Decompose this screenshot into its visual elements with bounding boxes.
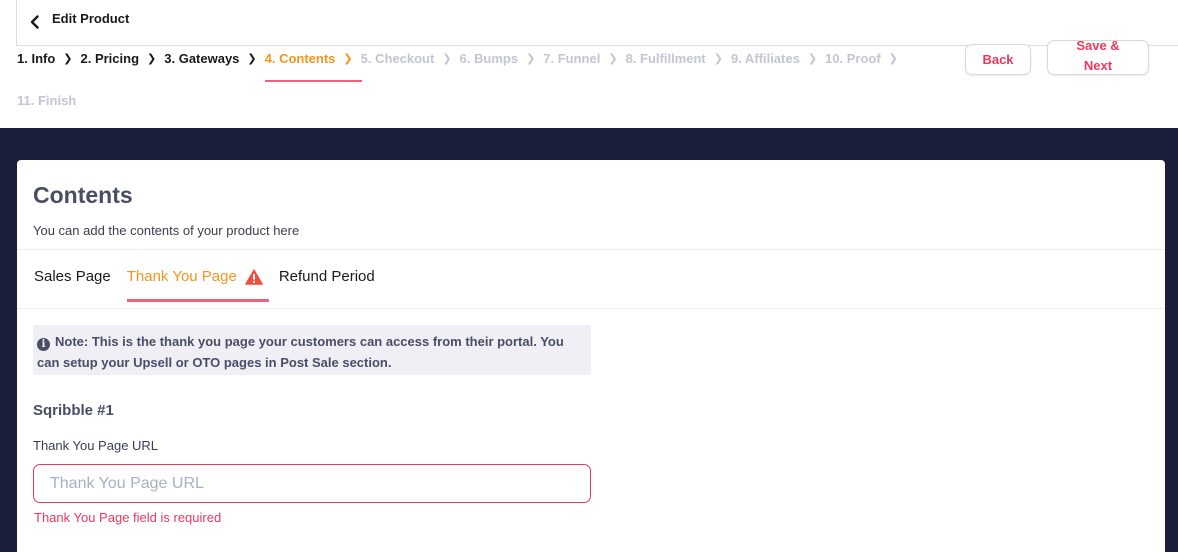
step-label: 8. Fulfillment [625,51,706,66]
top-bar: Edit Product [16,0,1178,46]
step-navigation: 1. Info ❯ 2. Pricing ❯ 3. Gateways ❯ 4. Con… [17,50,947,110]
step-info[interactable]: 1. Info ❯ [17,51,81,67]
chevron-right-icon: ❯ [247,53,257,65]
step-gateways[interactable]: 3. Gateways ❯ [164,51,264,67]
step-label: 11. Finish [17,93,77,108]
step-affiliates[interactable]: 9. Affiliates ❯ [731,51,825,67]
steps-row-2: 11. Finish [17,92,947,110]
step-finish[interactable]: 11. Finish [17,93,76,109]
thank-you-url-input[interactable] [33,464,591,503]
step-contents[interactable]: 4. Contents ❯ [264,51,362,82]
note-text: Note: This is the thank you page your cu… [37,334,564,370]
step-checkout[interactable]: 5. Checkout ❯ [361,51,460,67]
thank-you-url-label: Thank You Page URL [33,438,159,453]
step-proof[interactable]: 10. Proof ❯ [825,51,906,67]
chevron-right-icon: ❯ [147,53,157,65]
card-subtitle: You can add the contents of your product… [33,223,300,238]
tab-thank-you-page[interactable]: Thank You Page [126,268,269,302]
step-label: 4. Contents [264,51,336,66]
chevron-right-icon: ❯ [807,53,818,65]
info-icon: i [37,338,50,351]
chevron-right-icon: ❯ [343,53,353,65]
step-label: 10. Proof [825,51,881,66]
content-tabs: Sales Page Thank You Page Refund Period [34,268,391,302]
tab-refund-period[interactable]: Refund Period [279,268,375,285]
warning-icon [244,268,263,285]
step-label: 9. Affiliates [730,51,800,66]
step-label: 3. Gateways [164,51,240,66]
card-heading: Contents [33,182,133,208]
chevron-right-icon: ❯ [63,53,73,65]
step-funnel[interactable]: 7. Funnel ❯ [543,51,625,67]
tab-label: Thank You Page [126,268,237,285]
tab-sales-page[interactable]: Sales Page [34,268,111,285]
chevron-left-icon[interactable] [26,13,44,31]
chevron-right-icon: ❯ [526,53,536,65]
step-bumps[interactable]: 6. Bumps ❯ [460,51,544,67]
back-button[interactable]: Back [965,44,1031,75]
save-next-button[interactable]: Save & Next [1047,40,1149,75]
tab-label: Sales Page [34,268,111,285]
contents-card: Contents You can add the contents of you… [17,160,1165,552]
step-fulfillment[interactable]: 8. Fulfillment ❯ [626,51,731,67]
tab-label: Refund Period [278,268,375,285]
step-label: 6. Bumps [459,51,519,66]
section-title: Sqribble #1 [33,402,114,419]
step-pricing[interactable]: 2. Pricing ❯ [81,51,165,67]
chevron-right-icon: ❯ [888,53,898,65]
steps-row-1: 1. Info ❯ 2. Pricing ❯ 3. Gateways ❯ 4. Con… [17,50,947,82]
divider [17,249,1165,250]
chevron-right-icon: ❯ [608,53,618,65]
chevron-right-icon: ❯ [713,53,723,65]
save-next-label: Save & Next [1076,40,1120,73]
step-label: 5. Checkout [360,51,435,66]
chevron-right-icon: ❯ [442,53,452,65]
page-title: Edit Product [52,11,130,26]
active-step-underline [264,80,362,82]
step-label: 2. Pricing [80,51,140,66]
field-error-message: Thank You Page field is required [34,510,222,525]
step-label: 1. Info [17,51,56,66]
divider [17,308,1165,309]
step-label: 7. Funnel [543,51,601,66]
active-tab-underline [126,299,269,302]
info-note: i Note: This is the thank you page your c… [33,325,591,375]
